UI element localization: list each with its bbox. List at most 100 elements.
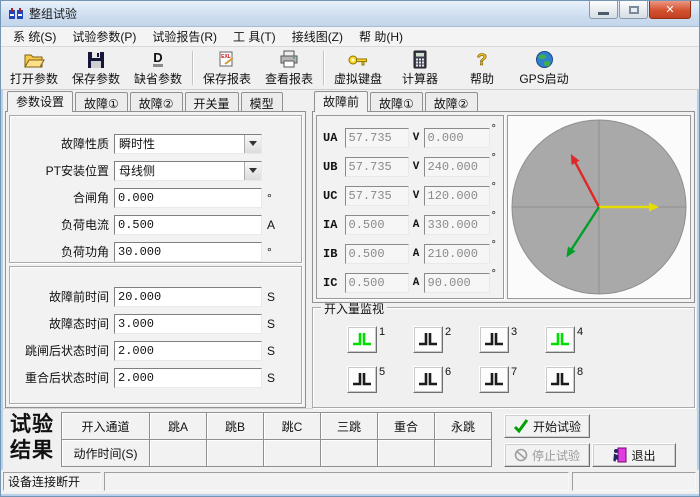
switch-input-button[interactable] — [413, 326, 443, 353]
post-reclose-time-field[interactable] — [114, 367, 262, 388]
menu-system[interactable]: 系 统(S) — [5, 26, 64, 47]
switch-input-number: 1 — [379, 326, 386, 338]
channel-row: IB A ° — [323, 239, 499, 268]
prefault-time-field[interactable] — [114, 286, 262, 307]
view-report-button[interactable]: 查看报表 — [258, 48, 320, 88]
connection-status: 设备连接断开 — [3, 472, 101, 491]
tab-model[interactable]: 模型 — [240, 92, 283, 111]
status-bar: 设备连接断开 — [1, 470, 699, 494]
gps-start-button[interactable]: GPS启动 — [513, 48, 575, 88]
maximize-button[interactable] — [619, 1, 648, 19]
menu-test-params[interactable]: 试验参数(P) — [64, 26, 144, 47]
switch-input-number: 3 — [511, 326, 518, 338]
fault-nature-select[interactable]: 瞬时性 — [114, 133, 262, 154]
menu-help[interactable]: 帮 助(H) — [351, 26, 411, 47]
channel-angle-field[interactable] — [423, 127, 490, 148]
close-button[interactable]: ✕ — [649, 1, 691, 19]
channel-angle-field[interactable] — [423, 214, 490, 235]
menu-tools[interactable]: 工 具(T) — [225, 26, 284, 47]
switch-input-button[interactable] — [545, 326, 575, 353]
channel-magnitude-field[interactable] — [344, 185, 409, 206]
load-current-label: 负荷电流 — [60, 218, 109, 232]
tab-state-fault-2[interactable]: 故障② — [424, 92, 478, 111]
toolbar: 打开参数 保存参数 D 缺省参数 EXL 保存报表 查看报表 虚拟键盘 计算器 … — [1, 47, 699, 90]
virtual-keyboard-button[interactable]: 虚拟键盘 — [327, 48, 389, 88]
open-params-button[interactable]: 打开参数 — [3, 48, 65, 88]
menu-test-report[interactable]: 试验报告(R) — [144, 26, 225, 47]
channel-unit: A — [412, 247, 420, 260]
channel-unit: A — [412, 276, 420, 289]
channel-angle-field[interactable] — [423, 243, 490, 264]
channel-row: IA A ° — [323, 210, 499, 239]
stop-test-button[interactable]: 停止试验 — [504, 443, 590, 467]
default-params-icon: D — [149, 49, 167, 69]
post-trip-time-field[interactable] — [114, 340, 262, 361]
tab-fault-1[interactable]: 故障① — [75, 92, 128, 111]
tab-fault-2[interactable]: 故障② — [129, 92, 183, 111]
switch-indicator: 3 — [479, 326, 545, 353]
switch-input-button[interactable] — [347, 366, 377, 393]
switch-input-button[interactable] — [347, 326, 377, 353]
exit-button[interactable]: 退出 — [592, 443, 676, 467]
closing-angle-field[interactable] — [114, 187, 262, 208]
load-power-angle-unit: ° — [267, 244, 272, 259]
chevron-down-icon[interactable] — [244, 134, 261, 153]
switch-input-button[interactable] — [413, 366, 443, 393]
load-power-angle-field[interactable] — [114, 241, 262, 262]
results-value-cell — [435, 440, 492, 467]
fault-state-time-field[interactable] — [114, 313, 262, 334]
switch-contact-icon — [419, 373, 437, 386]
switch-contact-icon — [551, 333, 569, 346]
default-params-button[interactable]: D 缺省参数 — [127, 48, 189, 88]
channel-name: IB — [323, 246, 338, 261]
tab-switch-quantity[interactable]: 开关量 — [184, 92, 239, 111]
results-value-cell — [378, 440, 435, 467]
test-results-section: 试验 结果 开入通道 跳A 跳B 跳C 三跳 重合 永跳 动作时间(S) 开始试验 停止试验 … — [1, 408, 699, 470]
channel-magnitude-field[interactable] — [344, 243, 409, 264]
main-content: 参数设置 故障① 故障② 开关量 模型 故障性质 瞬时性 PT安装位置 母线侧 … — [1, 90, 699, 408]
pt-position-select[interactable]: 母线侧 — [114, 160, 262, 181]
app-icon — [9, 7, 23, 19]
save-report-button[interactable]: EXL 保存报表 — [196, 48, 258, 88]
closing-angle-label: 合闸角 — [72, 191, 109, 205]
tab-state-fault-1[interactable]: 故障① — [370, 92, 423, 111]
channel-magnitude-field[interactable] — [344, 156, 409, 177]
key-icon — [347, 49, 369, 69]
switch-input-grid: 1 2 3 4 5 6 7 8 — [347, 326, 694, 393]
minimize-button[interactable] — [589, 1, 618, 19]
switch-input-number: 4 — [577, 326, 584, 338]
switch-input-button[interactable] — [479, 366, 509, 393]
help-button[interactable]: ? 帮助 — [451, 48, 513, 88]
channel-angle-field[interactable] — [423, 156, 490, 177]
channel-unit: A — [412, 218, 420, 231]
channel-angle-field[interactable] — [423, 185, 490, 206]
channel-angle-field[interactable] — [423, 272, 490, 293]
fault-state-time-unit: S — [267, 316, 276, 331]
switch-indicator: 4 — [545, 326, 611, 353]
switch-contact-icon — [485, 333, 503, 346]
maximize-icon — [628, 5, 639, 14]
channel-magnitude-field[interactable] — [344, 127, 409, 148]
prefault-time-label: 故障前时间 — [48, 290, 109, 304]
load-power-angle-label: 负荷功角 — [60, 245, 109, 259]
load-current-field[interactable] — [114, 214, 262, 235]
calculator-button[interactable]: 计算器 — [389, 48, 451, 88]
tab-param-settings[interactable]: 参数设置 — [7, 91, 74, 112]
save-params-button[interactable]: 保存参数 — [65, 48, 127, 88]
status-extra-area — [572, 472, 696, 491]
menu-wiring-diagram[interactable]: 接线图(Z) — [284, 26, 351, 47]
calculator-icon — [413, 49, 427, 69]
chevron-down-icon[interactable] — [244, 161, 261, 180]
start-test-button[interactable]: 开始试验 — [504, 414, 590, 438]
switch-input-button[interactable] — [479, 326, 509, 353]
switch-indicator: 2 — [413, 326, 479, 353]
channel-magnitude-field[interactable] — [344, 214, 409, 235]
prefault-time-unit: S — [267, 289, 276, 304]
tab-prefault[interactable]: 故障前 — [314, 91, 369, 112]
globe-icon — [535, 49, 554, 69]
channel-magnitude-field[interactable] — [344, 272, 409, 293]
switch-input-button[interactable] — [545, 366, 575, 393]
switch-contact-icon — [419, 333, 437, 346]
degree-symbol: ° — [491, 239, 496, 251]
degree-symbol: ° — [491, 181, 496, 193]
